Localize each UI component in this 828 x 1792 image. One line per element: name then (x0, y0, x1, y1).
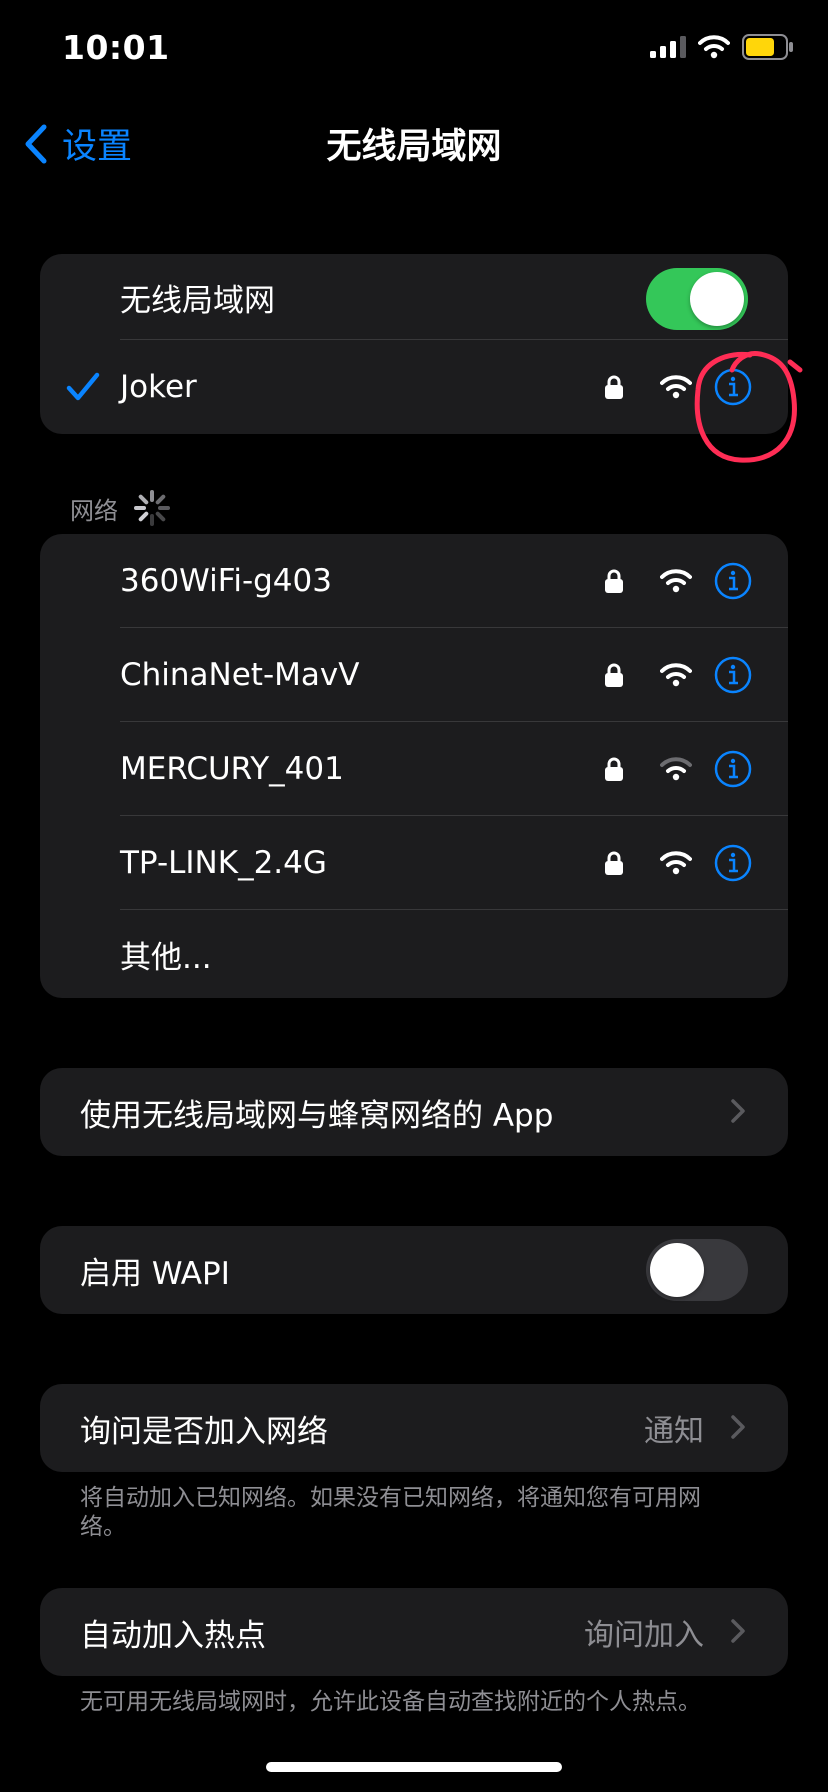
network-name: 360WiFi-g403 (120, 563, 332, 599)
auto-join-hotspot-label: 自动加入热点 (80, 1617, 266, 1654)
chevron-right-icon (731, 1099, 745, 1123)
wifi-toggle-label: 无线局域网 (120, 282, 275, 319)
network-icons (604, 628, 752, 722)
auto-join-hotspot-row[interactable]: 自动加入热点 询问加入 (40, 1588, 788, 1676)
status-time: 10:01 (62, 28, 170, 67)
info-icon[interactable] (714, 656, 752, 694)
other-network-label: 其他... (120, 939, 212, 976)
connected-network-row[interactable]: Joker (40, 340, 788, 434)
lock-icon (605, 375, 623, 399)
network-icons (604, 816, 752, 910)
wapi-toggle[interactable] (646, 1239, 748, 1301)
wifi-group: 无线局域网 Joker (40, 254, 788, 434)
network-row[interactable]: 360WiFi-g403 (40, 534, 788, 628)
networks-group: 360WiFi-g403 ChinaNet-MavV MERCURY_401 T… (40, 534, 788, 998)
wifi-icon (660, 851, 692, 875)
apps-using-wifi-row[interactable]: 使用无线局域网与蜂窝网络的 App (40, 1068, 788, 1156)
network-row[interactable]: MERCURY_401 (40, 722, 788, 816)
connected-network-name: Joker (120, 369, 197, 405)
networks-header-label: 网络 (70, 496, 118, 525)
wifi-icon (660, 663, 692, 687)
auto-join-hotspot-footnote: 无可用无线局域网时，允许此设备自动查找附近的个人热点。 (80, 1689, 701, 1715)
auto-join-hotspot-value: 询问加入 (584, 1618, 704, 1653)
lock-icon (605, 757, 623, 781)
spinner-icon (134, 490, 170, 526)
chevron-right-icon (731, 1619, 745, 1643)
info-icon[interactable] (714, 562, 752, 600)
lock-icon (605, 851, 623, 875)
wapi-row: 启用 WAPI (40, 1226, 788, 1314)
networks-header: 网络 (70, 488, 172, 528)
wapi-label: 启用 WAPI (80, 1255, 230, 1292)
ask-to-join-footnote: 将自动加入已知网络。如果没有已知网络，将通知您有可用网络。 (80, 1485, 701, 1540)
wifi-toggle-row: 无线局域网 (40, 254, 788, 340)
checkmark-icon (66, 372, 100, 401)
annotation-circle (694, 351, 803, 463)
network-name: MERCURY_401 (120, 751, 344, 787)
lock-icon (605, 569, 623, 593)
info-icon[interactable] (714, 844, 752, 882)
toggle-knob (690, 272, 744, 326)
ask-to-join-label: 询问是否加入网络 (80, 1413, 328, 1450)
cellular-signal-icon (650, 36, 686, 58)
chevron-right-icon (731, 1415, 745, 1439)
home-indicator[interactable] (266, 1762, 562, 1772)
network-icons (604, 722, 752, 816)
wifi-icon (660, 569, 692, 593)
toggle-knob (650, 1243, 704, 1297)
info-icon[interactable] (714, 750, 752, 788)
network-name: ChinaNet-MavV (120, 657, 360, 693)
battery-icon (742, 34, 793, 60)
network-icons (604, 534, 752, 628)
ask-to-join-row[interactable]: 询问是否加入网络 通知 (40, 1384, 788, 1472)
network-name: TP-LINK_2.4G (120, 845, 327, 881)
status-icons (650, 34, 794, 60)
lock-icon (605, 663, 623, 687)
page-title: 无线局域网 (326, 127, 502, 167)
other-network-row[interactable]: 其他... (40, 910, 788, 998)
ask-to-join-value: 通知 (644, 1414, 704, 1449)
status-wifi-icon (698, 35, 730, 59)
wifi-toggle[interactable] (646, 268, 748, 330)
network-row[interactable]: TP-LINK_2.4G (40, 816, 788, 910)
wifi-icon (660, 757, 692, 781)
network-row[interactable]: ChinaNet-MavV (40, 628, 788, 722)
wifi-icon (660, 375, 692, 399)
apps-using-wifi-label: 使用无线局域网与蜂窝网络的 App (80, 1097, 554, 1134)
